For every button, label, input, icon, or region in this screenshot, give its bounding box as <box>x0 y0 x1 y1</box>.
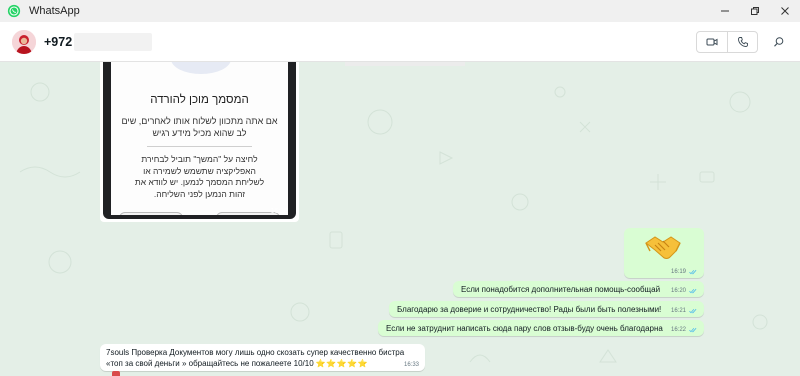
window-controls <box>710 0 800 22</box>
message-timestamp: 16:33 <box>403 362 419 368</box>
video-call-button[interactable] <box>697 32 727 52</box>
star-rating-emoji: ⭐⭐⭐⭐⭐ <box>315 359 369 368</box>
message-timestamp: 16:22 <box>670 327 686 333</box>
close-button[interactable] <box>770 0 800 22</box>
minimize-icon <box>721 10 729 12</box>
video-call-icon <box>706 38 718 45</box>
next-message-preview <box>112 371 120 376</box>
screenshot-body-1: אם אתה מתכוון לשלוח אותו לאחרים, שים לב … <box>121 116 278 138</box>
message-text-line-2-text: «топ за свой деньги » обращайтесь не пож… <box>106 359 314 368</box>
outgoing-emoji-message[interactable]: 16:19 <box>624 228 704 278</box>
message-meta: 16:33 <box>404 362 419 368</box>
handshake-emoji-icon <box>645 236 681 259</box>
screenshot-title: המסמך מוכן להורדה <box>150 94 249 106</box>
chat-area[interactable]: המסמך מוכן להורדה אם אתה מתכוון לשלוח או… <box>0 62 800 376</box>
read-receipt-icon <box>689 269 697 275</box>
message-meta: 16:21 <box>671 308 698 314</box>
voice-call-button[interactable] <box>727 31 757 52</box>
maximize-button[interactable] <box>740 0 770 22</box>
screenshot-button-left <box>119 212 183 215</box>
incoming-message[interactable]: 7souls Проверка Документов могу лишь одн… <box>100 344 425 371</box>
document-screenshot: המסמך מוכן להורדה אם אתה מתכוון לשלוח או… <box>103 62 296 219</box>
message-meta: 16:19 <box>671 269 698 275</box>
read-receipt-icon <box>689 308 697 314</box>
read-receipt-icon <box>689 288 697 294</box>
message-text-line-2: «топ за свой деньги » обращайтесь не пож… <box>106 359 368 368</box>
avatar-image <box>12 29 36 54</box>
voice-call-icon <box>737 36 748 47</box>
title-bar: WhatsApp <box>0 0 800 22</box>
screenshot-screen: המסמך מוכן להורדה אם אתה מתכוון לשלוח או… <box>111 62 288 215</box>
read-receipt-icon <box>689 327 697 333</box>
image-message[interactable]: המסמך מוכן להורדה אם אתה מתכוון לשלוח או… <box>100 62 299 222</box>
chat-header[interactable]: +972 <box>0 22 800 62</box>
screenshot-divider <box>147 146 252 147</box>
outgoing-message[interactable]: Если понадобится дополнительная помощь-с… <box>453 281 704 297</box>
search-button[interactable] <box>768 31 790 53</box>
image-timestamp: 16:18 <box>270 208 288 215</box>
top-edge-shade <box>345 62 465 66</box>
message-text-line-1: 7souls Проверка Документов могу лишь одн… <box>106 348 405 357</box>
message-text: Если не затруднит написать сюда пару сло… <box>386 324 663 333</box>
message-text: Если понадобится дополнительная помощь-с… <box>461 285 661 294</box>
whatsapp-logo-icon <box>7 4 21 18</box>
message-timestamp: 16:21 <box>670 308 686 314</box>
outgoing-message[interactable]: Благодарю за доверие и сотрудничество! Р… <box>389 301 704 317</box>
restore-icon <box>751 7 759 15</box>
redacted-number <box>74 32 153 51</box>
outgoing-message[interactable]: Если не затруднит написать сюда пару сло… <box>378 320 704 336</box>
message-text: Благодарю за доверие и сотрудничество! Р… <box>397 305 662 314</box>
message-meta: 16:22 <box>671 327 698 333</box>
app-title: WhatsApp <box>29 5 80 17</box>
minimize-button[interactable] <box>710 0 740 22</box>
close-icon <box>781 7 789 15</box>
search-icon <box>774 36 784 47</box>
contact-name[interactable]: +972 <box>44 35 72 49</box>
call-buttons <box>696 30 758 53</box>
message-meta: 16:20 <box>671 288 698 294</box>
message-timestamp: 16:19 <box>670 269 686 275</box>
screenshot-body-2: לחיצה על "המשך" תוביל לבחירת האפליקציה ש… <box>134 154 265 199</box>
screenshot-decoration <box>171 62 231 74</box>
message-timestamp: 16:20 <box>670 288 686 294</box>
avatar[interactable] <box>12 29 36 54</box>
